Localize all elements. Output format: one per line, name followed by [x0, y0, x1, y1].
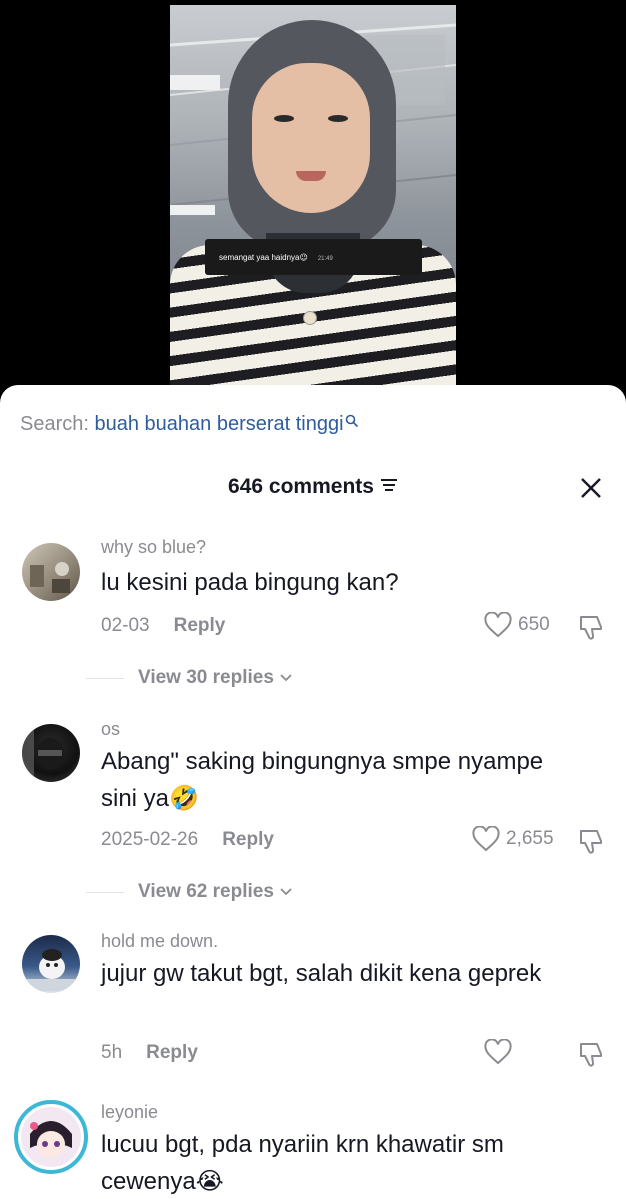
reply-button[interactable]: Reply: [222, 829, 274, 850]
chevron-down-icon: [280, 674, 292, 682]
search-query-link[interactable]: buah buahan berserat tinggi: [94, 413, 343, 435]
like-count: 650: [518, 614, 550, 635]
like-button[interactable]: 650: [484, 612, 550, 638]
heart-icon: [484, 612, 512, 638]
comments-sheet: Search: buah buahan berserat tinggi 646 …: [0, 385, 626, 1199]
view-replies-label: View 30 replies: [138, 667, 274, 688]
comment-meta: 2025-02-26 Reply: [101, 829, 274, 851]
person-face: [252, 63, 370, 213]
heart-icon: [484, 1039, 512, 1065]
avatar[interactable]: [14, 1100, 88, 1174]
like-button[interactable]: [484, 1039, 518, 1065]
heart-icon: [472, 826, 500, 852]
video-area[interactable]: semangat yaa haidnya😉 21:49: [0, 0, 626, 410]
divider: [86, 677, 124, 679]
comment-username[interactable]: leyonie: [101, 1102, 158, 1123]
view-replies-button[interactable]: View 62 replies: [86, 881, 486, 903]
comment-username[interactable]: hold me down.: [101, 931, 218, 952]
comments-count: 646 comments: [228, 475, 374, 498]
video-overlay-message: semangat yaa haidnya😉 21:49: [205, 239, 422, 275]
divider: [86, 891, 124, 893]
view-replies-button[interactable]: View 30 replies: [86, 667, 486, 689]
comment-date: 2025-02-26: [101, 829, 199, 850]
like-button[interactable]: 2,655: [472, 826, 554, 852]
comment-text: jujur gw takut bgt, salah dikit kena gep…: [101, 960, 542, 987]
search-icon: [345, 411, 359, 434]
dislike-icon[interactable]: [577, 827, 605, 855]
comment-text: lucuu bgt, pda nyariin krn khawatir sm c…: [101, 1131, 504, 1195]
overlay-message-time: 21:49: [317, 256, 333, 262]
comment-username[interactable]: why so blue?: [101, 537, 206, 558]
comment-username[interactable]: os: [101, 719, 120, 740]
view-replies-label: View 62 replies: [138, 881, 274, 902]
chevron-down-icon: [280, 888, 292, 896]
reply-button[interactable]: Reply: [146, 1042, 198, 1063]
dislike-icon[interactable]: [577, 613, 605, 641]
comment-date: 5h: [101, 1042, 123, 1063]
video-frame[interactable]: [170, 5, 456, 395]
avatar[interactable]: [22, 935, 80, 993]
comment-meta: 02-03 Reply: [101, 615, 225, 637]
comment-meta: 5h Reply: [101, 1042, 198, 1064]
overlay-message-text: semangat yaa haidnya😉: [219, 252, 308, 262]
sweater-button: [303, 311, 317, 325]
search-suggestion[interactable]: Search: buah buahan berserat tinggi: [20, 413, 359, 436]
reply-button[interactable]: Reply: [174, 615, 226, 636]
comments-header: 646 comments: [0, 475, 626, 499]
comment-text: lu kesini pada bingung kan?: [101, 569, 399, 596]
comment-text: Abang" saking bingungnya smpe nyampe sin…: [101, 748, 544, 812]
like-count: 2,655: [506, 828, 554, 849]
avatar[interactable]: [22, 724, 80, 782]
search-prefix: Search:: [20, 413, 95, 435]
avatar[interactable]: [22, 543, 80, 601]
close-icon[interactable]: [580, 477, 602, 499]
filter-icon[interactable]: [380, 474, 398, 498]
dislike-icon[interactable]: [577, 1040, 605, 1068]
comment-date: 02-03: [101, 615, 150, 636]
